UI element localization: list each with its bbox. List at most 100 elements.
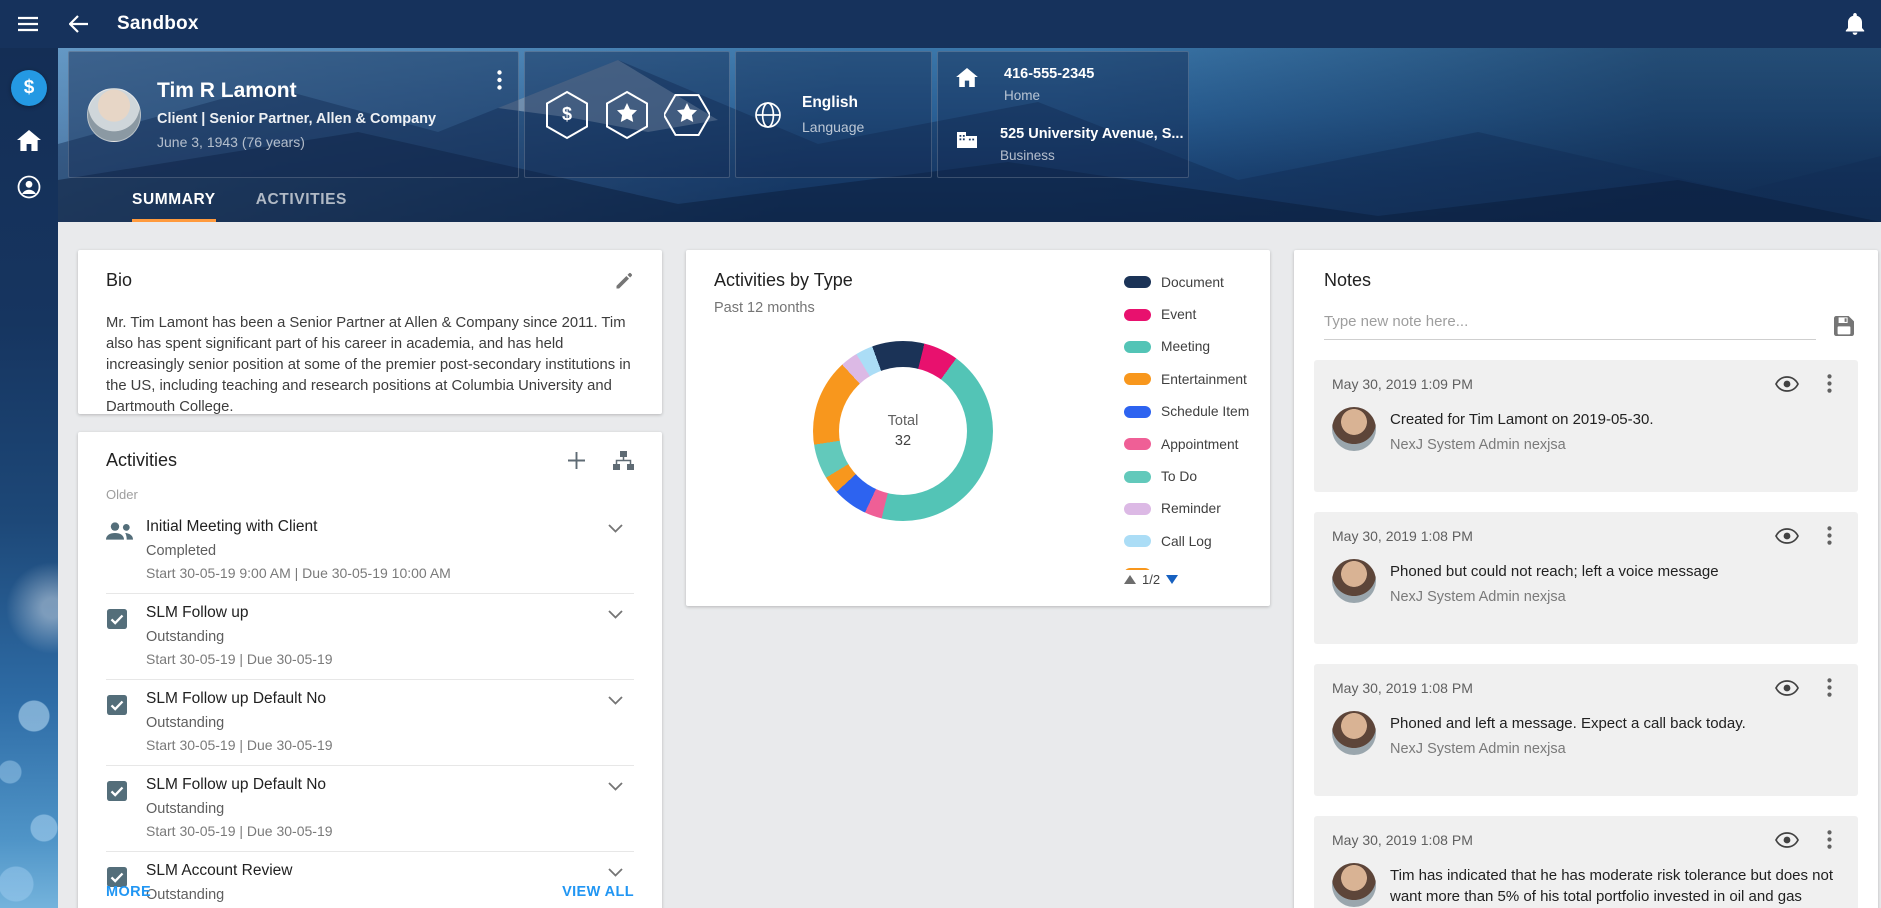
note-card: May 30, 2019 1:08 PM Phoned but could no… (1314, 512, 1858, 644)
dollar-fab-icon[interactable]: $ (11, 70, 47, 106)
legend-swatch (1124, 309, 1151, 321)
activity-title: SLM Follow up Default No (146, 690, 608, 708)
tab-summary[interactable]: SUMMARY (132, 191, 216, 222)
profile-avatar (87, 88, 141, 142)
eye-icon (1775, 832, 1799, 848)
activity-row[interactable]: SLM Follow up Default No Outstanding Sta… (106, 680, 634, 766)
note-kebab-menu-button[interactable] (1827, 830, 1832, 849)
task-check-icon (106, 694, 146, 716)
profile-badges-card: $ (524, 51, 730, 178)
activity-row[interactable]: SLM Follow up Default No Outstanding Sta… (106, 766, 634, 852)
legend-item: Meeting (1124, 331, 1256, 363)
add-activity-button[interactable] (568, 452, 585, 469)
hamburger-menu-button[interactable] (17, 16, 39, 32)
star-seal-icon[interactable] (664, 90, 710, 140)
tab-activities[interactable]: ACTIVITIES (256, 191, 347, 222)
note-kebab-menu-button[interactable] (1827, 526, 1832, 545)
address-label: Business (1000, 148, 1183, 163)
chevron-down-icon[interactable] (608, 782, 634, 791)
address-row[interactable]: 525 University Avenue, S... Business (956, 126, 1170, 163)
chevron-down-icon[interactable] (608, 868, 634, 877)
contact-details-card: 416-555-2345 Home 525 University Avenue,… (937, 51, 1189, 178)
chevron-down-icon[interactable] (608, 524, 634, 533)
legend-swatch (1124, 471, 1151, 483)
activities-donut-chart: Total 32 (813, 341, 993, 521)
activity-title: SLM Account Review (146, 862, 608, 880)
note-kebab-menu-button[interactable] (1827, 374, 1832, 393)
tab-bar: SUMMARY ACTIVITIES (132, 191, 387, 222)
building-icon (956, 128, 978, 148)
chevron-down-icon[interactable] (608, 696, 634, 705)
page-up-icon[interactable] (1124, 575, 1136, 584)
note-view-button[interactable] (1775, 680, 1799, 696)
activity-dates: Start 30-05-19 9:00 AM | Due 30-05-19 10… (146, 565, 608, 581)
note-view-button[interactable] (1775, 528, 1799, 544)
bio-edit-button[interactable] (614, 271, 634, 291)
legend-item: Appointment (1124, 428, 1256, 460)
phone-label: Home (1004, 88, 1094, 103)
eye-icon (1775, 376, 1799, 392)
note-view-button[interactable] (1775, 376, 1799, 392)
activity-status: Completed (146, 543, 608, 559)
note-card: May 30, 2019 1:08 PM Tim has indicated t… (1314, 816, 1858, 908)
contacts-nav-button[interactable] (17, 175, 41, 199)
profile-kebab-menu-button[interactable] (497, 70, 502, 90)
note-date: May 30, 2019 1:08 PM (1332, 832, 1775, 848)
new-note-input[interactable] (1324, 305, 1816, 340)
legend-swatch (1124, 341, 1151, 353)
notes-list: May 30, 2019 1:09 PM Created for Tim Lam… (1314, 360, 1858, 908)
legend-item: Call Log (1124, 525, 1256, 557)
legend-swatch (1124, 276, 1151, 288)
legend-item: Document (1124, 266, 1256, 298)
note-date: May 30, 2019 1:08 PM (1332, 680, 1775, 696)
view-all-link[interactable]: VIEW ALL (562, 884, 634, 900)
star-hexagon-icon[interactable] (604, 90, 650, 140)
note-date: May 30, 2019 1:08 PM (1332, 528, 1775, 544)
activity-dates: Start 30-05-19 | Due 30-05-19 (146, 651, 608, 667)
address-value: 525 University Avenue, S... (1000, 126, 1183, 142)
home-icon (956, 68, 982, 87)
contact-birthdate: June 3, 1943 (76 years) (157, 134, 436, 150)
chevron-down-icon[interactable] (608, 610, 634, 619)
phone-row[interactable]: 416-555-2345 Home (956, 66, 1170, 103)
globe-icon (754, 101, 782, 129)
home-icon (17, 130, 41, 151)
account-icon (17, 175, 41, 199)
kebab-menu-icon (1827, 526, 1832, 545)
legend-swatch (1124, 503, 1151, 515)
page-down-icon[interactable] (1166, 575, 1178, 584)
legend-label: Document (1161, 275, 1224, 290)
hierarchy-icon (613, 451, 634, 470)
app-window: Sandbox $ (0, 0, 1881, 908)
note-text: Tim has indicated that he has moderate r… (1390, 865, 1840, 908)
save-icon (1834, 316, 1854, 336)
eye-icon (1775, 680, 1799, 696)
legend-item: Schedule Item (1124, 396, 1256, 428)
legend-label: Meeting (1161, 339, 1210, 354)
back-button[interactable] (69, 15, 89, 33)
kebab-menu-icon (1827, 374, 1832, 393)
add-icon (568, 452, 585, 469)
legend-swatch (1124, 568, 1151, 570)
activity-row[interactable]: SLM Follow up Outstanding Start 30-05-19… (106, 594, 634, 680)
note-card: May 30, 2019 1:08 PM Phoned and left a m… (1314, 664, 1858, 796)
dollar-hexagon-icon[interactable]: $ (544, 90, 590, 140)
phone-value: 416-555-2345 (1004, 66, 1094, 82)
note-date: May 30, 2019 1:09 PM (1332, 376, 1775, 392)
note-author: NexJ System Admin nexjsa (1390, 437, 1653, 453)
notifications-bell-button[interactable] (1845, 13, 1865, 35)
note-text: Created for Tim Lamont on 2019-05-30. (1390, 409, 1653, 430)
save-note-button[interactable] (1834, 316, 1854, 336)
more-link[interactable]: MORE (106, 884, 151, 900)
legend-swatch (1124, 373, 1151, 385)
contact-role: Client | Senior Partner, Allen & Company (157, 111, 436, 127)
home-nav-button[interactable] (17, 130, 41, 151)
legend-label: Event (1161, 307, 1196, 322)
legend-swatch (1124, 535, 1151, 547)
note-kebab-menu-button[interactable] (1827, 678, 1832, 697)
hierarchy-view-button[interactable] (613, 451, 634, 470)
note-view-button[interactable] (1775, 832, 1799, 848)
note-author-avatar (1332, 559, 1376, 603)
activity-row[interactable]: Initial Meeting with Client Completed St… (106, 508, 634, 594)
notes-title: Notes (1324, 270, 1848, 291)
